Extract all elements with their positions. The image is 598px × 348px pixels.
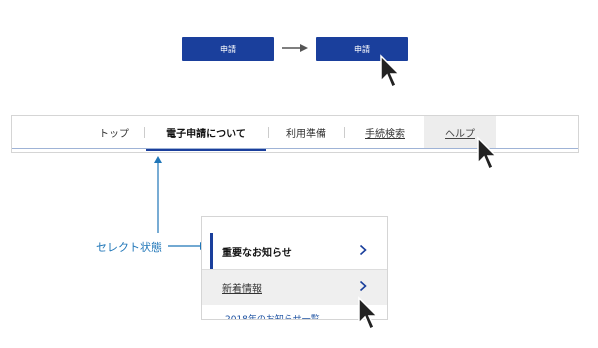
menu-item-label: 新着情報 — [222, 283, 262, 295]
callout-select-state-label: セレクト状態 — [96, 241, 162, 254]
chevron-right-icon — [359, 244, 367, 256]
chevron-right-icon — [359, 280, 367, 292]
mouse-cursor-icon — [358, 296, 379, 331]
selected-indicator — [210, 233, 213, 269]
menu-item-important-notices[interactable]: 重要なお知らせ — [202, 233, 387, 269]
sub-link-2018-notices[interactable]: 2018年のお知らせ一覧 — [225, 312, 320, 319]
menu-item-label: 重要なお知らせ — [222, 247, 292, 259]
